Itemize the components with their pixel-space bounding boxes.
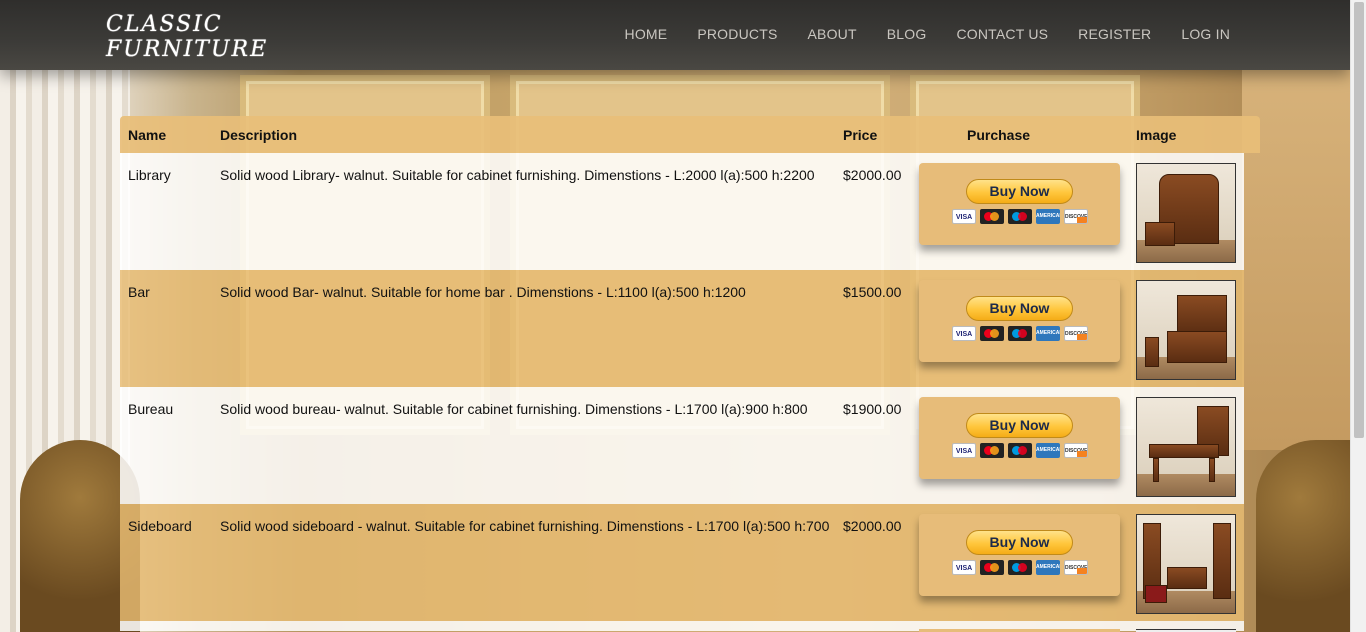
buy-now-button[interactable]: Buy Now bbox=[966, 530, 1073, 555]
product-image-sideboard[interactable] bbox=[1136, 514, 1236, 614]
product-name: Bureau bbox=[128, 401, 174, 417]
table-row: Bar Solid wood Bar- walnut. Suitable for… bbox=[120, 270, 1244, 387]
product-name: Library bbox=[128, 167, 171, 183]
product-name: Bar bbox=[128, 284, 150, 300]
payment-cards: VISA AMERICAN EXPRESS DISCOVER bbox=[952, 443, 1088, 458]
product-price: $2000.00 bbox=[843, 518, 902, 534]
logo-line-1: CLASSIC bbox=[106, 12, 223, 37]
maestro-card-icon bbox=[1008, 209, 1032, 224]
bureau-leg-shape bbox=[1153, 458, 1159, 482]
table-row: Sideboard Solid wood sideboard - walnut.… bbox=[120, 504, 1244, 621]
products-table: Name Description Price Purchase Image Li… bbox=[120, 116, 1260, 632]
maestro-card-icon bbox=[1008, 326, 1032, 341]
product-description: Solid wood Bar- walnut. Suitable for hom… bbox=[220, 284, 746, 300]
product-name: Sideboard bbox=[128, 518, 192, 534]
mastercard-icon bbox=[980, 209, 1004, 224]
discover-card-icon: DISCOVER bbox=[1064, 443, 1088, 458]
payment-cards: VISA AMERICAN EXPRESS DISCOVER bbox=[952, 209, 1088, 224]
payment-cards: VISA AMERICAN EXPRESS DISCOVER bbox=[952, 326, 1088, 341]
maestro-card-icon bbox=[1008, 443, 1032, 458]
column-header-image: Image bbox=[1136, 127, 1177, 143]
bar-stool-shape bbox=[1145, 337, 1159, 367]
buy-now-button[interactable]: Buy Now bbox=[966, 413, 1073, 438]
product-price: $1500.00 bbox=[843, 284, 902, 300]
nav-log-in[interactable]: LOG IN bbox=[1181, 26, 1230, 42]
logo-line-2: FURNITURE bbox=[106, 37, 269, 62]
table-row-partial bbox=[120, 621, 1244, 632]
column-header-name: Name bbox=[128, 127, 167, 143]
product-price: $2000.00 bbox=[843, 167, 902, 183]
product-description: Solid wood bureau- walnut. Suitable for … bbox=[220, 401, 808, 417]
nav-products[interactable]: PRODUCTS bbox=[697, 26, 777, 42]
bureau-leg-shape bbox=[1209, 458, 1215, 482]
column-header-purchase: Purchase bbox=[967, 127, 1031, 143]
nav-home[interactable]: HOME bbox=[625, 26, 668, 42]
sideboard-unit-shape bbox=[1167, 567, 1207, 589]
maestro-card-icon bbox=[1008, 560, 1032, 575]
column-header-price: Price bbox=[843, 127, 878, 143]
sideboard-tower-right-shape bbox=[1213, 523, 1231, 599]
desk-shape bbox=[1145, 222, 1175, 246]
amex-card-icon: AMERICAN EXPRESS bbox=[1036, 443, 1060, 458]
image-floor bbox=[1137, 474, 1235, 496]
top-navbar: CLASSIC FURNITURE HOME PRODUCTS ABOUT BL… bbox=[0, 0, 1350, 70]
bar-shelf-shape bbox=[1177, 295, 1227, 335]
column-header-description: Description bbox=[220, 127, 298, 143]
visa-card-icon: VISA bbox=[952, 443, 976, 458]
page-scrollbar[interactable] bbox=[1350, 0, 1366, 632]
site-logo[interactable]: CLASSIC FURNITURE bbox=[106, 12, 286, 62]
mastercard-icon bbox=[980, 560, 1004, 575]
visa-card-icon: VISA bbox=[952, 560, 976, 575]
amex-card-icon: AMERICAN EXPRESS bbox=[1036, 209, 1060, 224]
table-row: Library Solid wood Library- walnut. Suit… bbox=[120, 153, 1244, 270]
paypal-buy-box: Buy Now VISA AMERICAN EXPRESS DISCOVER bbox=[919, 280, 1120, 362]
product-image-library[interactable] bbox=[1136, 163, 1236, 263]
paypal-buy-box: Buy Now VISA AMERICAN EXPRESS DISCOVER bbox=[919, 163, 1120, 245]
amex-card-icon: AMERICAN EXPRESS bbox=[1036, 326, 1060, 341]
nav-blog[interactable]: BLOG bbox=[887, 26, 927, 42]
paypal-buy-box: Buy Now VISA AMERICAN EXPRESS DISCOVER bbox=[919, 514, 1120, 596]
bar-counter-shape bbox=[1167, 331, 1227, 363]
nav-about[interactable]: ABOUT bbox=[808, 26, 857, 42]
discover-card-icon: DISCOVER bbox=[1064, 209, 1088, 224]
armchair-shape bbox=[1145, 585, 1167, 603]
buy-now-button[interactable]: Buy Now bbox=[966, 296, 1073, 321]
product-price: $1900.00 bbox=[843, 401, 902, 417]
mastercard-icon bbox=[980, 443, 1004, 458]
payment-cards: VISA AMERICAN EXPRESS DISCOVER bbox=[952, 560, 1088, 575]
paypal-buy-box: Buy Now VISA AMERICAN EXPRESS DISCOVER bbox=[919, 397, 1120, 479]
visa-card-icon: VISA bbox=[952, 209, 976, 224]
discover-card-icon: DISCOVER bbox=[1064, 326, 1088, 341]
amex-card-icon: AMERICAN EXPRESS bbox=[1036, 560, 1060, 575]
table-header: Name Description Price Purchase Image bbox=[120, 116, 1260, 153]
buy-now-button[interactable]: Buy Now bbox=[966, 179, 1073, 204]
product-description: Solid wood sideboard - walnut. Suitable … bbox=[220, 518, 830, 534]
nav-contact-us[interactable]: CONTACT US bbox=[956, 26, 1048, 42]
visa-card-icon: VISA bbox=[952, 326, 976, 341]
nav-register[interactable]: REGISTER bbox=[1078, 26, 1151, 42]
scrollbar-thumb[interactable] bbox=[1354, 2, 1364, 438]
mastercard-icon bbox=[980, 326, 1004, 341]
bureau-desk-shape bbox=[1149, 444, 1219, 458]
table-row: Bureau Solid wood bureau- walnut. Suitab… bbox=[120, 387, 1244, 504]
main-nav: HOME PRODUCTS ABOUT BLOG CONTACT US REGI… bbox=[625, 26, 1230, 42]
product-image-bar[interactable] bbox=[1136, 280, 1236, 380]
product-description: Solid wood Library- walnut. Suitable for… bbox=[220, 167, 815, 183]
product-image-bureau[interactable] bbox=[1136, 397, 1236, 497]
discover-card-icon: DISCOVER bbox=[1064, 560, 1088, 575]
